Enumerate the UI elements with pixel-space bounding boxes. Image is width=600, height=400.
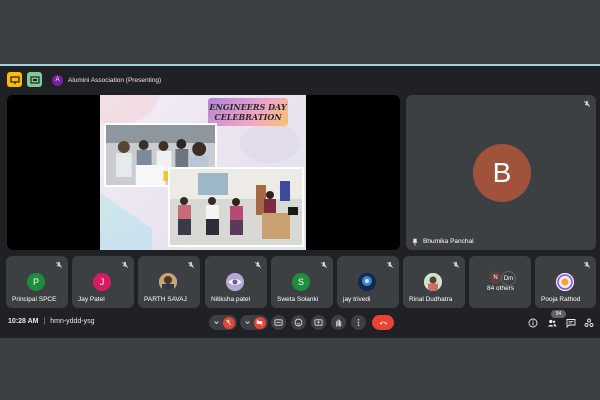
avatar: S bbox=[292, 273, 310, 291]
camera-off-icon bbox=[253, 316, 266, 329]
phone-hangup-icon bbox=[379, 321, 387, 325]
presentation-icon[interactable] bbox=[7, 72, 22, 87]
avatar-photo bbox=[226, 273, 244, 291]
mic-off-icon bbox=[583, 100, 591, 108]
people-button[interactable] bbox=[547, 318, 557, 328]
slide-photo-stage bbox=[168, 167, 304, 247]
participant-name: Bhumika Panchal bbox=[423, 238, 474, 245]
participant-name: Jay Patel bbox=[78, 296, 105, 303]
participant-tile[interactable]: Pooja Rathod bbox=[535, 256, 596, 308]
chat-icon bbox=[566, 319, 576, 328]
more-vert-icon bbox=[357, 318, 360, 327]
present-button[interactable] bbox=[311, 315, 326, 330]
participant-name: Sweta Solanki bbox=[277, 296, 319, 303]
participant-tile[interactable]: J Jay Patel bbox=[72, 256, 134, 308]
people-icon bbox=[547, 319, 557, 327]
meeting-info: 10:28 AM | hmn-yddd-ysg bbox=[8, 318, 95, 325]
avatar: P bbox=[27, 273, 45, 291]
clock: 10:28 AM bbox=[8, 318, 39, 325]
avatar: B bbox=[473, 144, 531, 202]
activities-button[interactable] bbox=[584, 318, 594, 328]
screen-share-icon[interactable] bbox=[27, 72, 42, 87]
participant-name: Pooja Rathod bbox=[541, 296, 581, 303]
participant-tile[interactable]: Nitiksha patel bbox=[205, 256, 267, 308]
slide-title: ENGINEERS DAY CELEBRATION bbox=[208, 98, 288, 126]
avatar: Dm bbox=[501, 271, 516, 286]
presentation-title-bar: A Alumini Association (Presenting) bbox=[52, 73, 161, 87]
mic-off-icon bbox=[55, 261, 63, 269]
presenter-avatar: A bbox=[52, 74, 63, 86]
camera-toggle-button[interactable] bbox=[240, 315, 268, 330]
participant-name: Rinal Dudhatra bbox=[409, 296, 453, 303]
others-avatars: N Dm bbox=[489, 271, 516, 286]
captions-button[interactable] bbox=[271, 315, 286, 330]
separator: | bbox=[43, 318, 46, 325]
leave-call-button[interactable] bbox=[372, 315, 394, 330]
mic-off-icon bbox=[386, 261, 394, 269]
more-options-button[interactable] bbox=[351, 315, 366, 330]
mic-toggle-button[interactable] bbox=[209, 315, 237, 330]
avatar: J bbox=[93, 273, 111, 291]
mic-off-icon bbox=[452, 261, 460, 269]
avatar-photo bbox=[556, 273, 574, 291]
mic-off-icon bbox=[187, 261, 195, 269]
raise-hand-button[interactable] bbox=[331, 315, 346, 330]
participant-tile[interactable]: jay trivedi bbox=[337, 256, 399, 308]
participant-tile[interactable]: P Principal SPCE bbox=[6, 256, 68, 308]
mic-off-icon bbox=[583, 261, 591, 269]
avatar-photo bbox=[424, 273, 442, 291]
activities-icon bbox=[584, 318, 594, 327]
captions-icon bbox=[274, 319, 283, 326]
participant-name: jay trivedi bbox=[343, 296, 371, 303]
others-tile[interactable]: N Dm 84 others bbox=[469, 256, 531, 308]
emoji-button[interactable] bbox=[291, 315, 306, 330]
participant-tile[interactable]: Rinal Dudhatra bbox=[403, 256, 465, 308]
meeting-code: hmn-yddd-ysg bbox=[50, 318, 95, 325]
hand-icon bbox=[336, 319, 342, 327]
participant-count-badge: 94 bbox=[551, 310, 566, 318]
participant-name: Nitiksha patel bbox=[211, 296, 251, 303]
mic-off-icon bbox=[254, 261, 262, 269]
avatar-photo bbox=[159, 273, 177, 291]
participant-tile[interactable]: PARTH SAVAJ bbox=[138, 256, 200, 308]
present-icon bbox=[314, 319, 323, 326]
participant-tile-main[interactable]: B Bhumika Panchal bbox=[406, 95, 596, 250]
mic-off-icon bbox=[320, 261, 328, 269]
mic-off-icon bbox=[121, 261, 129, 269]
participant-name: Principal SPCE bbox=[12, 296, 57, 303]
presentation-stage[interactable]: ENGINEERS DAY CELEBRATION bbox=[7, 95, 400, 250]
others-count: 84 others bbox=[487, 285, 515, 292]
chat-button[interactable] bbox=[566, 318, 576, 328]
bottom-band bbox=[0, 338, 600, 400]
emoji-icon bbox=[294, 318, 303, 327]
info-icon bbox=[528, 318, 538, 328]
meeting-details-button[interactable] bbox=[528, 318, 538, 328]
pin-icon[interactable] bbox=[411, 238, 419, 246]
participant-tile[interactable]: S Sweta Solanki bbox=[271, 256, 333, 308]
participant-name: PARTH SAVAJ bbox=[144, 296, 187, 303]
avatar-photo bbox=[358, 273, 376, 291]
shared-slide: ENGINEERS DAY CELEBRATION bbox=[100, 95, 306, 250]
mic-off-icon bbox=[222, 316, 235, 329]
top-band bbox=[0, 0, 600, 65]
presentation-title: Alumini Association (Presenting) bbox=[68, 76, 162, 84]
